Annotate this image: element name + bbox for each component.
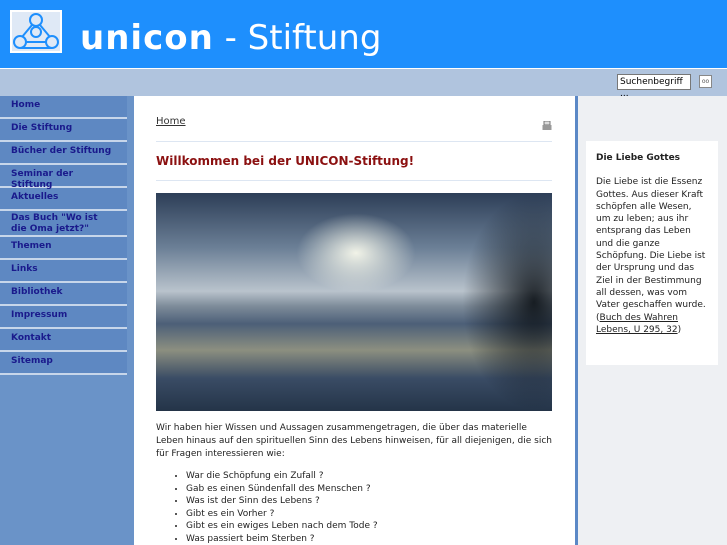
sidebar-item-themen[interactable]: Themen [0, 237, 127, 260]
sidebar-item-sitemap[interactable]: Sitemap [0, 352, 127, 375]
quote-title: Die Liebe Gottes [596, 153, 681, 163]
search-bar: Suchenbegriff ... oo [0, 69, 727, 99]
sidebar-item-bibliothek[interactable]: Bibliothek [0, 283, 127, 306]
divider [156, 180, 552, 181]
search-input[interactable]: Suchenbegriff ... [617, 74, 691, 99]
sidebar-item-impressum[interactable]: Impressum [0, 306, 127, 329]
main-content: Home Willkommen bei der UNICON-Stiftung!… [134, 96, 575, 545]
intro-text: Wir haben hier Wissen und Aussagen zusam… [156, 423, 552, 459]
list-item: Gibt es ein ewiges Leben nach dem Tode ? [186, 520, 378, 533]
quote-text: Die Liebe ist die Essenz Gottes. Aus die… [596, 177, 706, 335]
sidebar-item-links[interactable]: Links [0, 260, 127, 283]
site-header: unicon - Stiftung [0, 0, 727, 68]
sidebar-item-kontakt[interactable]: Kontakt [0, 329, 127, 352]
sidebar-nav: Home Die Stiftung Bücher der Stiftung Se… [0, 96, 134, 545]
print-icon[interactable] [542, 116, 552, 130]
list-item: Was ist der Sinn des Lebens ? [186, 495, 378, 508]
questions-list: War die Schöpfung ein Zufall ? Gab es ei… [186, 470, 378, 545]
breadcrumb-home[interactable]: Home [156, 116, 186, 127]
logo-icon[interactable] [10, 10, 62, 53]
sidebar-item-das-buch[interactable]: Das Buch "Wo ist die Oma jetzt?" [0, 211, 127, 237]
right-column: Die Liebe Gottes Die Liebe ist die Essen… [578, 96, 727, 545]
sidebar-item-seminar[interactable]: Seminar der Stiftung [0, 165, 127, 190]
divider [156, 141, 552, 142]
sidebar-item-die-stiftung[interactable]: Die Stiftung [0, 119, 127, 142]
lake-sunlight-photo [156, 193, 552, 411]
search-go-button[interactable]: oo [699, 75, 712, 88]
page-title: Willkommen bei der UNICON-Stiftung! [156, 154, 415, 168]
quote-card: Die Liebe Gottes Die Liebe ist die Essen… [586, 141, 718, 365]
sidebar-item-buecher[interactable]: Bücher der Stiftung [0, 142, 127, 165]
list-item: Gab es einen Sündenfall des Menschen ? [186, 483, 378, 496]
sidebar-item-home[interactable]: Home [0, 96, 127, 119]
list-item: Was passiert beim Sterben ? [186, 533, 378, 545]
sidebar-item-aktuelles[interactable]: Aktuelles [0, 188, 127, 211]
list-item: Gibt es ein Vorher ? [186, 508, 378, 521]
quote-source-link[interactable]: Buch des Wahren Lebens, U 295, 32 [596, 313, 678, 335]
list-item: War die Schöpfung ein Zufall ? [186, 470, 378, 483]
site-logo-text: unicon - Stiftung [80, 18, 382, 58]
